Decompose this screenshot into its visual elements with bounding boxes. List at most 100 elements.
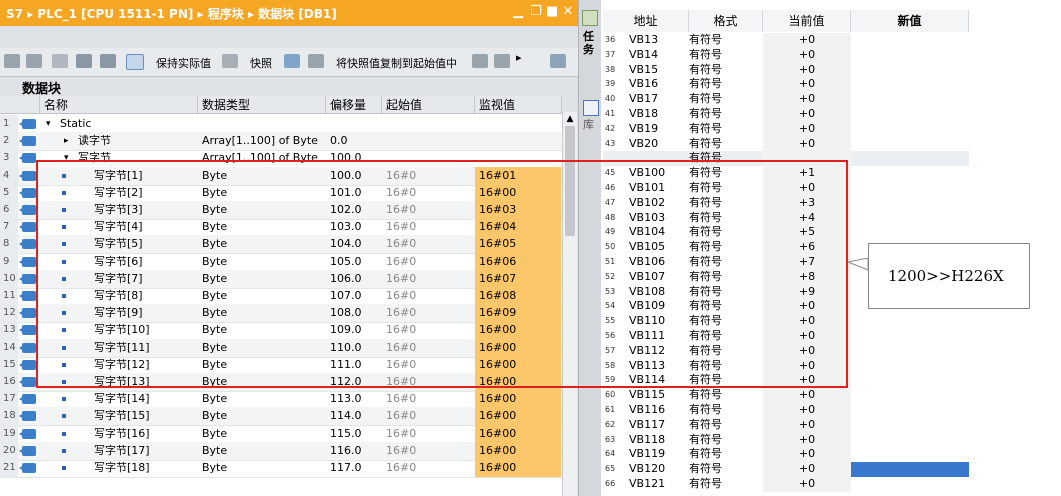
watch-new-value[interactable] [851, 403, 969, 418]
row-datatype[interactable]: Byte [202, 407, 227, 425]
watch-new-value[interactable] [851, 181, 969, 196]
watch-new-value[interactable] [851, 359, 969, 374]
maximize-icon[interactable]: ■ [544, 4, 560, 20]
minimize-icon[interactable]: ▁ [510, 4, 526, 20]
expand-icon[interactable] [52, 54, 68, 68]
watch-row[interactable]: 37 VB14 有符号 +0 [603, 47, 969, 63]
watch-address[interactable]: VB20 [629, 137, 658, 151]
watch-format[interactable]: 有符号 [689, 107, 722, 121]
watch-row[interactable]: 66 VB121 有符号 +0 [603, 477, 969, 492]
watch-format[interactable]: 有符号 [689, 63, 722, 77]
watch-format[interactable]: 有符号 [689, 462, 722, 476]
watch-row[interactable]: 42 VB19 有符号 +0 [603, 121, 969, 137]
watch-new-value[interactable] [851, 77, 969, 92]
row-start-value[interactable]: 16#0 [386, 442, 416, 460]
insert-row-icon[interactable] [4, 54, 20, 68]
row-name[interactable]: 写字节[15] [94, 407, 150, 425]
watch-new-value[interactable] [851, 329, 969, 344]
watch-row[interactable]: 38 VB15 有符号 +0 [603, 62, 969, 78]
row-name[interactable]: 写字节[17] [94, 442, 150, 460]
toolbar-more-icon[interactable]: ▸ [516, 51, 522, 64]
watch-row[interactable]: 64 VB119 有符号 +0 [603, 447, 969, 463]
col-header-name[interactable]: 名称 [40, 96, 198, 114]
row-datatype[interactable]: Byte [202, 442, 227, 460]
table-row[interactable]: 21 写字节[18] Byte 117.0 16#0 16#00 [0, 459, 562, 478]
watch-row[interactable]: 62 VB117 有符号 +0 [603, 417, 969, 433]
download-icon[interactable] [494, 54, 510, 68]
watch-address[interactable]: VB17 [629, 92, 658, 106]
row-name[interactable]: 写字节[18] [94, 459, 150, 477]
watch-address[interactable]: VB120 [629, 462, 665, 476]
watch-format[interactable]: 有符号 [689, 447, 722, 461]
monitor-glasses-icon[interactable] [126, 54, 144, 70]
col-header-datatype[interactable]: 数据类型 [198, 96, 326, 114]
col-header-address[interactable]: 地址 [603, 10, 689, 32]
close-icon[interactable]: ✕ [560, 4, 576, 20]
expand-toggle-icon[interactable]: ▾ [46, 115, 51, 133]
row-datatype[interactable]: Byte [202, 390, 227, 408]
row-name[interactable]: 写字节[16] [94, 425, 150, 443]
scroll-up-icon[interactable]: ▲ [565, 114, 575, 126]
row-name[interactable]: Static [60, 115, 91, 133]
watch-row[interactable]: 43 VB20 有符号 +0 [603, 136, 969, 152]
row-start-value[interactable]: 16#0 [386, 390, 416, 408]
watch-new-value[interactable] [851, 373, 969, 388]
watch-format[interactable]: 有符号 [689, 433, 722, 447]
table-row[interactable]: 18 写字节[15] Byte 114.0 16#0 16#00 [0, 407, 562, 427]
snapshot-button[interactable]: 快照 [250, 55, 272, 71]
copy-to-start-icon[interactable] [284, 54, 300, 68]
table-row[interactable]: 20 写字节[17] Byte 116.0 16#0 16#00 [0, 441, 562, 461]
watch-row[interactable]: 41 VB18 有符号 +0 [603, 107, 969, 122]
watch-format[interactable]: 有符号 [689, 418, 722, 432]
watch-new-value[interactable] [851, 418, 969, 433]
watch-row[interactable]: 40 VB17 有符号 +0 [603, 92, 969, 107]
copy-start-to-snapshot-icon[interactable] [308, 54, 324, 68]
watch-new-value[interactable] [851, 63, 969, 78]
watch-new-value[interactable] [851, 211, 969, 226]
library-tab-icon[interactable] [583, 100, 599, 116]
watch-row[interactable]: 60 VB115 有符号 +0 [603, 388, 969, 403]
watch-new-value[interactable] [851, 122, 969, 137]
row-datatype[interactable]: Byte [202, 459, 227, 477]
col-header-new[interactable]: 新值 [851, 10, 969, 32]
collapse-panel-icon[interactable] [582, 10, 598, 26]
load-icon[interactable] [472, 54, 488, 68]
col-header-offset[interactable]: 偏移量 [326, 96, 382, 114]
add-row-icon[interactable] [26, 54, 42, 68]
watch-format[interactable]: 有符号 [689, 388, 722, 402]
watch-new-value[interactable] [851, 137, 969, 152]
collapse-icon[interactable] [76, 54, 92, 68]
watch-new-value[interactable] [851, 48, 969, 63]
watch-address[interactable]: VB16 [629, 77, 658, 91]
watch-address[interactable]: VB119 [629, 447, 665, 461]
library-tab[interactable]: 库 [583, 118, 597, 131]
row-datatype[interactable]: Array[1..100] of Byte [202, 132, 318, 150]
watch-address[interactable]: VB13 [629, 33, 658, 47]
watch-format[interactable]: 有符号 [689, 48, 722, 62]
tasks-tab[interactable]: 任务 [583, 30, 597, 56]
watch-new-value[interactable] [851, 166, 969, 181]
table-row[interactable]: 19 写字节[16] Byte 115.0 16#0 16#00 [0, 424, 562, 444]
watch-row[interactable]: 36 VB13 有符号 +0 [603, 33, 969, 48]
restore-icon[interactable]: ❐ [528, 4, 544, 20]
watch-format[interactable]: 有符号 [689, 77, 722, 91]
col-header-current[interactable]: 当前值 [763, 10, 851, 32]
expand-toggle-icon[interactable]: ▸ [64, 132, 69, 150]
watch-format[interactable]: 有符号 [689, 92, 722, 106]
watch-address[interactable]: VB115 [629, 388, 665, 402]
watch-new-value[interactable] [851, 196, 969, 211]
watch-new-value[interactable] [851, 107, 969, 122]
watch-format[interactable]: 有符号 [689, 403, 722, 417]
watch-row[interactable]: 39 VB16 有符号 +0 [603, 77, 969, 93]
watch-row[interactable]: 63 VB118 有符号 +0 [603, 432, 969, 448]
watch-format[interactable]: 有符号 [689, 33, 722, 47]
watch-new-value[interactable] [851, 447, 969, 462]
watch-address[interactable]: VB121 [629, 477, 665, 491]
list-icon[interactable] [100, 54, 116, 68]
watch-address[interactable]: VB15 [629, 63, 658, 77]
row-name[interactable]: 写字节[14] [94, 390, 150, 408]
watch-new-value[interactable] [851, 388, 969, 403]
col-header-monitor[interactable]: 监视值 [475, 96, 562, 114]
col-header-start[interactable]: 起始值 [382, 96, 475, 114]
keep-actual-button[interactable]: 保持实际值 [156, 55, 211, 71]
